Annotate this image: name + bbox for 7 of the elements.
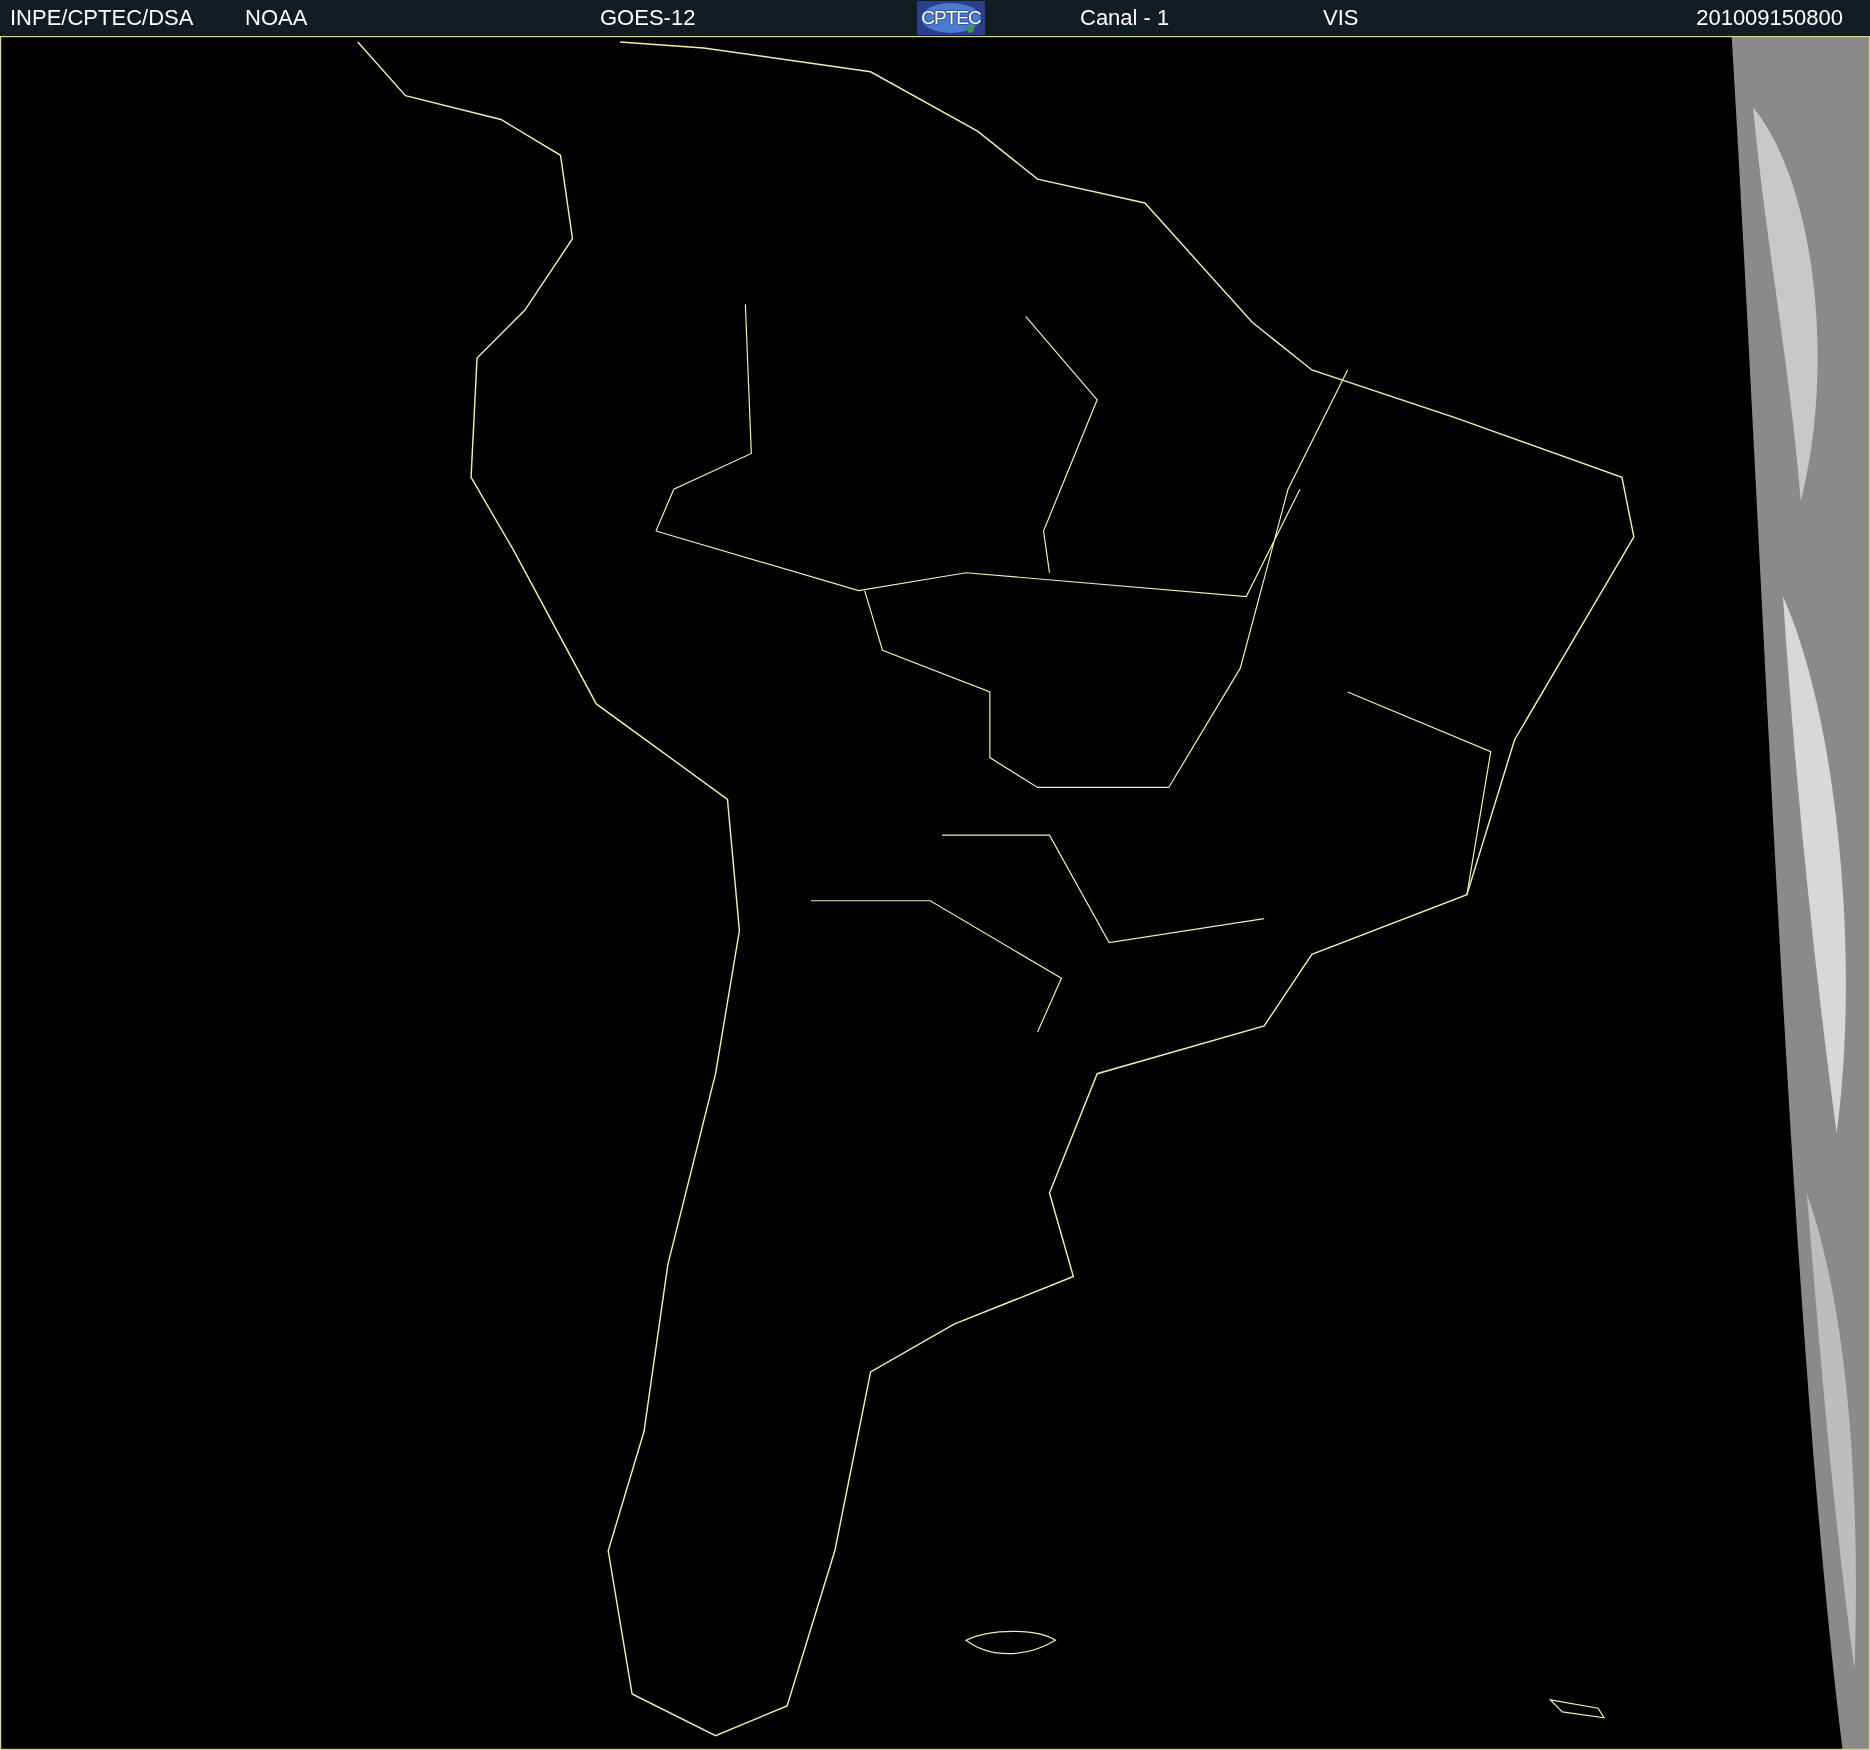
- header-label: 201009150800: [1696, 5, 1844, 31]
- header-label: VIS: [1323, 5, 1360, 31]
- header-label: GOES-12: [600, 5, 697, 31]
- header-label: Canal - 1: [1080, 5, 1171, 31]
- cptec-logo: CPTEC: [917, 1, 985, 35]
- header-label: INPE/CPTEC/DSA: [10, 5, 195, 31]
- header-label: NOAA: [245, 5, 309, 31]
